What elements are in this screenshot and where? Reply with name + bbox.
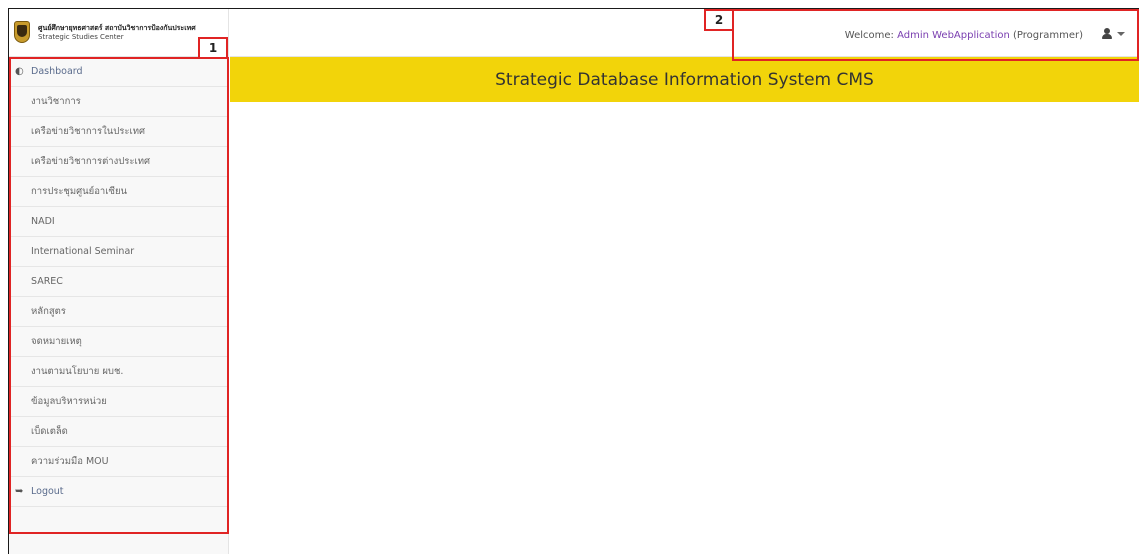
annotation-label-1: 1 bbox=[198, 37, 228, 59]
annotation-label-2: 2 bbox=[704, 9, 734, 31]
page-banner: Strategic Database Information System CM… bbox=[230, 57, 1139, 102]
annotation-box-1 bbox=[9, 57, 229, 534]
brand-text: ศูนย์ศึกษายุทธศาสตร์ สถาบันวิชาการป้องกั… bbox=[38, 24, 196, 42]
emblem-logo-icon bbox=[12, 20, 32, 45]
page-title: Strategic Database Information System CM… bbox=[495, 69, 874, 90]
brand-title-th: ศูนย์ศึกษายุทธศาสตร์ สถาบันวิชาการป้องกั… bbox=[38, 23, 196, 32]
brand[interactable]: ศูนย์ศึกษายุทธศาสตร์ สถาบันวิชาการป้องกั… bbox=[9, 9, 228, 57]
brand-title-en: Strategic Studies Center bbox=[38, 32, 124, 41]
annotation-box-2 bbox=[732, 9, 1139, 61]
